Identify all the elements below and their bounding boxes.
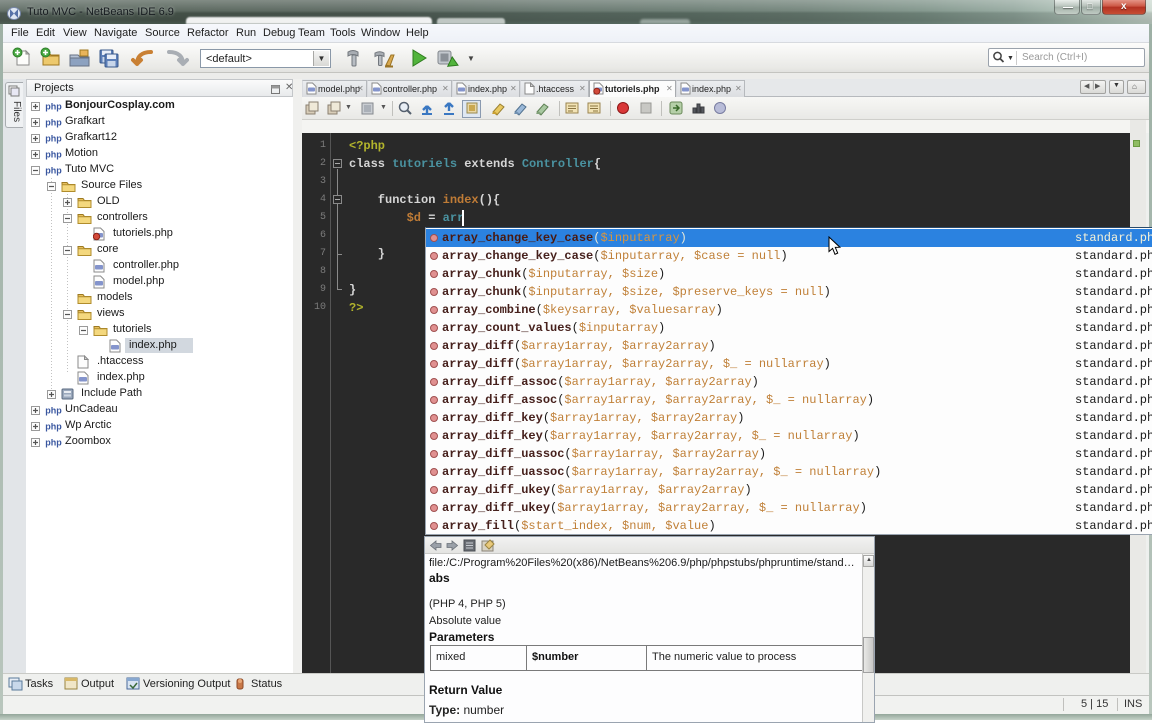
svg-text:php: php <box>45 150 62 160</box>
svg-text:php: php <box>45 102 62 112</box>
svg-text:php: php <box>45 118 62 128</box>
svg-text:php: php <box>45 438 62 448</box>
svg-text:php: php <box>45 406 62 416</box>
svg-text:php: php <box>45 134 62 144</box>
svg-text:php: php <box>45 166 62 176</box>
svg-text:php: php <box>45 422 62 432</box>
